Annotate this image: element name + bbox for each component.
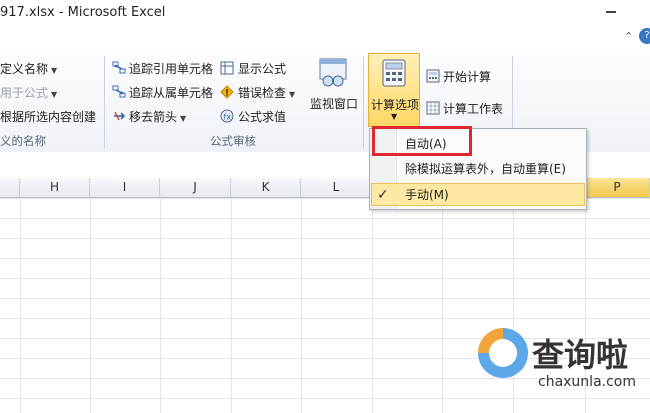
grid-line <box>231 198 232 413</box>
evaluate-formula-icon: fx <box>220 109 234 123</box>
create-from-selection-button[interactable]: 根据所选内容创建 <box>0 108 96 125</box>
svg-text:fx: fx <box>224 113 232 122</box>
watermark: 查询啦 chaxunla.com <box>478 328 650 413</box>
calculate-now-button[interactable]: 开始计算 <box>443 68 491 85</box>
calculate-now-icon <box>426 69 440 83</box>
watermark-text: 查询啦 <box>532 336 629 374</box>
calculation-options-label: 计算选项 <box>371 98 420 112</box>
minimize-icon[interactable] <box>603 2 619 18</box>
trace-precedents-icon <box>112 61 126 74</box>
watermark-url: chaxunla.com <box>538 374 636 390</box>
trace-dependents-button[interactable]: 追踪从属单元格 <box>129 84 213 101</box>
calculate-sheet-button[interactable]: 计算工作表 <box>443 100 503 117</box>
column-header-i[interactable]: I <box>90 178 160 198</box>
defined-names-group-label: 义的名称 <box>0 134 46 148</box>
ribbon-tab-row: ⌃ ? <box>0 26 650 48</box>
menu-item-label: 手动(M) <box>405 188 449 202</box>
calculate-sheet-icon <box>426 101 440 115</box>
highlight-annotation <box>372 126 472 156</box>
watch-window-icon <box>319 58 347 87</box>
remove-arrows-icon <box>114 111 126 121</box>
collapse-ribbon-icon[interactable]: ⌃ <box>624 31 636 43</box>
column-header-k[interactable]: K <box>231 178 301 198</box>
formula-auditing-group-label: 公式审核 <box>210 134 256 148</box>
grid-line <box>160 198 161 413</box>
calculation-options-button[interactable]: 计算选项 ▼ <box>368 53 420 127</box>
menu-item-automatic-except-tables[interactable]: 除模拟运算表外，自动重算(E) <box>371 158 585 181</box>
title-bar: 917.xlsx - Microsoft Excel <box>0 0 650 26</box>
error-checking-icon <box>220 85 234 99</box>
group-separator <box>363 56 364 148</box>
define-name-button[interactable]: 定义名称 ▼ <box>0 60 57 77</box>
column-header-j[interactable]: J <box>160 178 231 198</box>
grid-line <box>301 198 302 413</box>
grid-line <box>90 198 91 413</box>
column-header-p[interactable]: P <box>585 178 650 198</box>
watch-window-button[interactable]: 监视窗口 <box>306 53 360 127</box>
menu-item-manual[interactable]: ✓ 手动(M) <box>371 183 585 206</box>
error-checking-button[interactable]: 错误检查 ▼ <box>238 84 295 101</box>
use-in-formula-button[interactable]: 用于公式 ▼ <box>0 84 57 101</box>
checkmark-icon: ✓ <box>377 187 389 203</box>
show-formulas-icon <box>220 61 234 75</box>
chevron-down-icon: ▼ <box>391 112 398 121</box>
column-header-partial[interactable] <box>0 178 20 198</box>
grid-line <box>20 198 21 413</box>
show-formulas-button[interactable]: 显示公式 <box>238 60 286 77</box>
grid-line <box>442 198 443 413</box>
column-header-l[interactable]: L <box>301 178 372 198</box>
column-header-h[interactable]: H <box>20 178 90 198</box>
window-title: 917.xlsx - Microsoft Excel <box>0 5 166 20</box>
help-icon[interactable]: ? <box>639 28 650 44</box>
group-separator <box>104 56 105 148</box>
menu-item-label: 除模拟运算表外，自动重算(E) <box>405 162 566 176</box>
remove-arrows-button[interactable]: 移去箭头 ▼ <box>129 108 186 125</box>
trace-dependents-icon <box>112 85 126 98</box>
evaluate-formula-button[interactable]: 公式求值 <box>238 108 286 125</box>
watch-window-label: 监视窗口 <box>310 97 359 111</box>
trace-precedents-button[interactable]: 追踪引用单元格 <box>129 60 213 77</box>
watermark-logo-icon <box>478 328 528 378</box>
grid-line <box>372 198 373 413</box>
calculator-icon <box>382 59 406 87</box>
